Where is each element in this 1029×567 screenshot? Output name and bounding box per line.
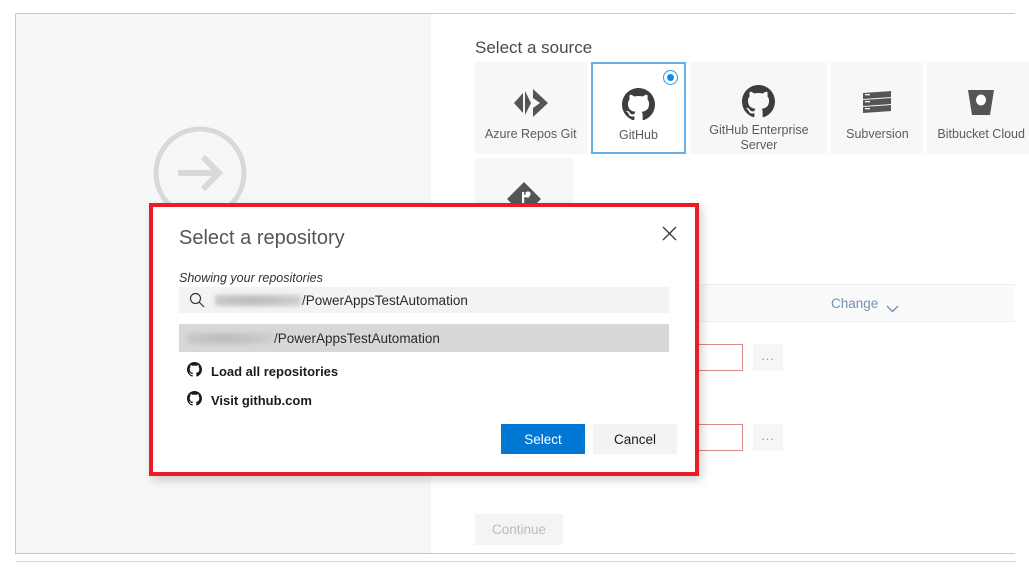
source-tile-label: GitHub — [619, 128, 658, 142]
repository-search-text: /PowerAppsTestAutomation — [302, 292, 468, 308]
source-tile-azure-repos-git[interactable]: Azure Repos Git — [475, 62, 587, 154]
chevron-down-icon[interactable] — [886, 300, 899, 318]
select-button[interactable]: Select — [501, 424, 585, 454]
source-tile-label: Subversion — [846, 127, 909, 141]
azure-repos-git-icon — [513, 83, 548, 123]
select-a-source-title: Select a source — [475, 38, 593, 57]
redacted-owner-name — [187, 332, 273, 344]
search-icon — [179, 292, 215, 308]
screenshot-root: Select Tell You can customize how Select… — [0, 0, 1029, 567]
select-repository-dialog-highlight: Select a repository Showing your reposit… — [149, 203, 699, 476]
close-icon[interactable] — [657, 221, 681, 245]
visit-github-action[interactable]: Visit github.com — [187, 391, 312, 409]
change-connection-link[interactable]: Change — [831, 296, 878, 311]
source-tile-row-1: Azure Repos Git GitHub GitHub Enterprise… — [475, 62, 1029, 154]
repository-browse-button[interactable]: ... — [753, 344, 783, 371]
source-tile-label: Bitbucket Cloud — [937, 127, 1025, 141]
bottom-divider — [16, 561, 1016, 562]
dialog-button-row: Select Cancel — [501, 424, 677, 454]
repository-search-input[interactable]: /PowerAppsTestAutomation — [179, 287, 669, 313]
source-tile-github[interactable]: GitHub — [590, 62, 687, 154]
subversion-icon — [861, 83, 893, 123]
github-icon — [621, 84, 655, 124]
github-icon — [187, 362, 202, 380]
dialog-title: Select a repository — [179, 227, 345, 249]
visit-github-label: Visit github.com — [211, 392, 312, 408]
source-tile-github-enterprise-server[interactable]: GitHub Enterprise Server — [690, 62, 828, 154]
showing-repositories-label: Showing your repositories — [179, 271, 323, 285]
source-tile-bitbucket-cloud[interactable]: Bitbucket Cloud — [927, 62, 1029, 154]
repository-search-value: /PowerAppsTestAutomation — [215, 293, 468, 308]
repository-list-item-name: /PowerAppsTestAutomation — [274, 330, 440, 346]
load-all-repositories-label: Load all repositories — [211, 363, 339, 379]
radio-selected-icon[interactable] — [663, 70, 679, 85]
repository-list-item[interactable]: /PowerAppsTestAutomation — [179, 324, 669, 352]
source-tile-label: GitHub Enterprise Server — [709, 123, 809, 152]
source-tile-subversion[interactable]: Subversion — [831, 62, 924, 154]
continue-button[interactable]: Continue — [475, 514, 563, 545]
github-icon — [187, 391, 202, 409]
bitbucket-icon — [967, 83, 995, 123]
select-repository-dialog: Select a repository Showing your reposit… — [153, 207, 695, 472]
redacted-owner-name — [215, 294, 301, 306]
load-all-repositories-action[interactable]: Load all repositories — [187, 362, 338, 380]
github-icon — [742, 83, 776, 119]
branch-browse-button[interactable]: ... — [753, 424, 783, 451]
cancel-button[interactable]: Cancel — [593, 424, 677, 454]
source-tile-label: Azure Repos Git — [484, 127, 577, 141]
